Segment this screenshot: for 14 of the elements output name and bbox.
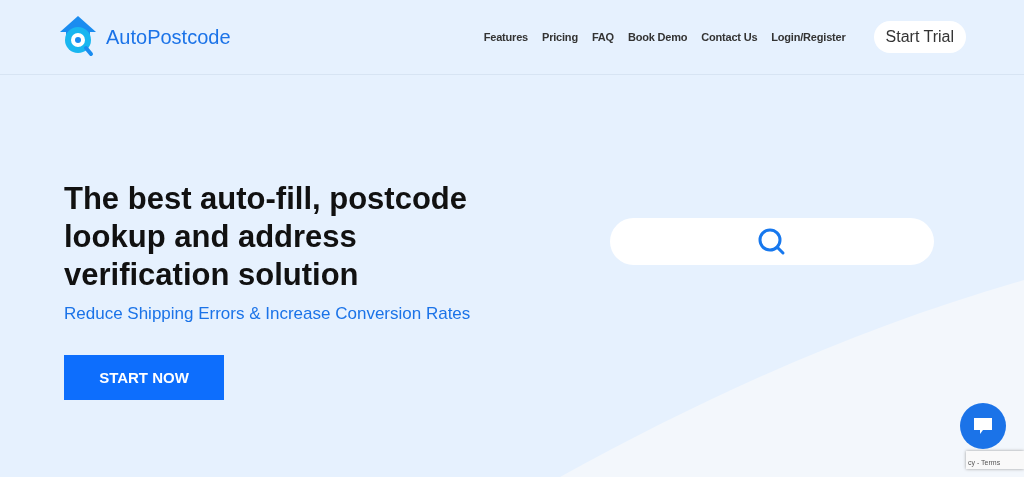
search-icon <box>757 226 787 257</box>
hero-subtitle: Reduce Shipping Errors & Increase Conversion Rates <box>64 304 472 324</box>
nav-link[interactable]: Contact Us <box>701 31 758 43</box>
hero-heading: The best auto-fill, postcode lookup and address verification solution <box>64 180 468 294</box>
brand-name[interactable]: AutoPostcode <box>106 25 231 49</box>
nav-link[interactable]: Login/Register <box>771 31 846 43</box>
search-field[interactable] <box>610 218 934 265</box>
chat-bubble-icon <box>973 417 993 435</box>
nav-link[interactable]: Features <box>483 31 528 43</box>
start-now-button[interactable]: START NOW <box>64 355 224 400</box>
nav-link[interactable]: Book Demo <box>627 31 688 43</box>
start-trial-button[interactable]: Start Trial <box>873 21 966 53</box>
nav-link[interactable]: FAQ <box>591 31 614 43</box>
nav-link[interactable]: Pricing <box>542 31 578 43</box>
